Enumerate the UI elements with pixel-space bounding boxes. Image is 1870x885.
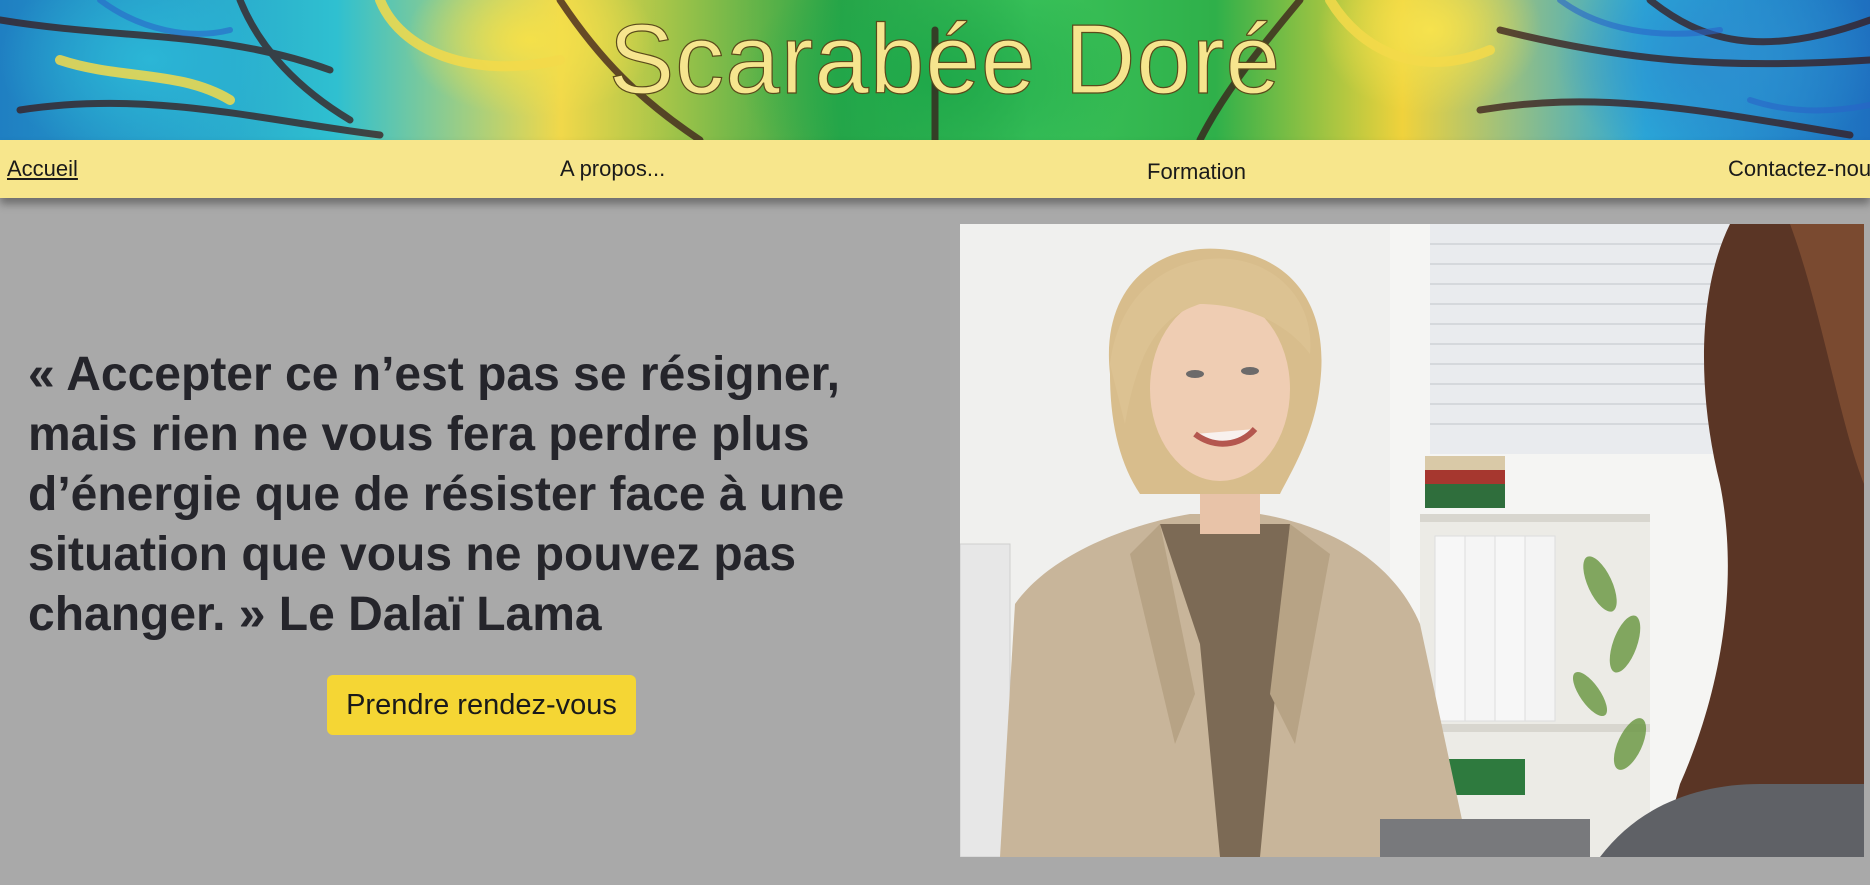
quote-text: « Accepter ce n’est pas se résigner, mai… [28, 348, 845, 641]
consultation-photo [960, 224, 1864, 857]
nav-item-accueil[interactable]: Accueil [7, 156, 78, 182]
site-title: Scarabée Doré [608, 3, 1282, 114]
nav-item-formation[interactable]: Formation [1147, 159, 1246, 185]
nav-item-a-propos[interactable]: A propos... [560, 156, 665, 182]
main-nav: Accueil A propos... Formation Contactez-… [0, 140, 1870, 198]
nav-item-contact[interactable]: Contactez-nous [1728, 156, 1870, 182]
header-banner: Scarabée Doré [0, 0, 1870, 140]
book-appointment-button[interactable]: Prendre rendez-vous [327, 675, 636, 735]
